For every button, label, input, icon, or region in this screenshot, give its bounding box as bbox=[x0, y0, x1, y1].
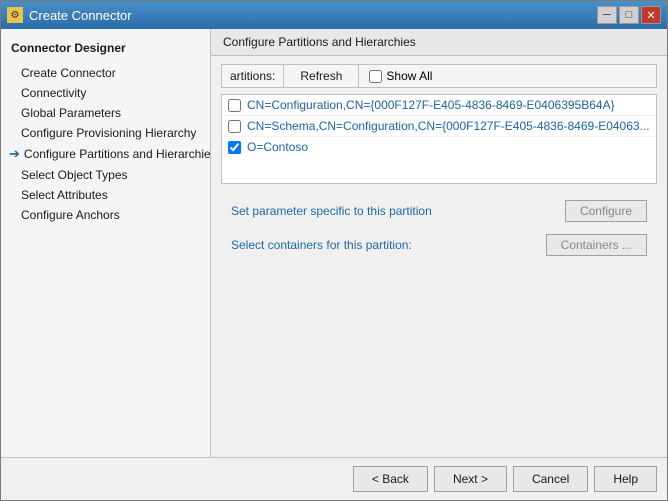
set-param-row: Set parameter specific to this partition… bbox=[231, 200, 647, 222]
partitions-area: artitions: Refresh Show All CN=Configura… bbox=[211, 56, 667, 270]
select-containers-row: Select containers for this partition: Co… bbox=[231, 234, 647, 256]
partition-1-checkbox[interactable] bbox=[228, 99, 241, 112]
refresh-button[interactable]: Refresh bbox=[284, 65, 359, 87]
sidebar-item-configure-anchors[interactable]: Configure Anchors bbox=[1, 205, 210, 225]
partition-item-1: CN=Configuration,CN={000F127F-E405-4836-… bbox=[222, 95, 656, 116]
configure-button[interactable]: Configure bbox=[565, 200, 647, 222]
partition-2-checkbox[interactable] bbox=[228, 120, 241, 133]
footer: < Back Next > Cancel Help bbox=[1, 457, 667, 500]
sidebar-item-configure-partitions[interactable]: ➔ Configure Partitions and Hierarchies bbox=[1, 143, 210, 165]
content-header: Configure Partitions and Hierarchies bbox=[211, 29, 667, 56]
set-param-label: Set parameter specific to this partition bbox=[231, 204, 432, 218]
partition-item-3: O=Contoso bbox=[222, 137, 656, 157]
partition-3-checkbox[interactable] bbox=[228, 141, 241, 154]
partition-1-label: CN=Configuration,CN={000F127F-E405-4836-… bbox=[247, 98, 615, 112]
main-content: Connector Designer Create Connector Conn… bbox=[1, 29, 667, 457]
minimize-button[interactable]: ─ bbox=[597, 6, 617, 24]
partition-3-label: O=Contoso bbox=[247, 140, 308, 154]
sidebar-item-select-attributes[interactable]: Select Attributes bbox=[1, 185, 210, 205]
title-bar: ⚙ Create Connector ─ □ ✕ bbox=[1, 1, 667, 29]
show-all-area: Show All bbox=[359, 65, 442, 87]
partitions-label: artitions: bbox=[222, 65, 284, 87]
content-area: Configure Partitions and Hierarchies art… bbox=[211, 29, 667, 457]
partitions-toolbar: artitions: Refresh Show All bbox=[221, 64, 657, 88]
cancel-button[interactable]: Cancel bbox=[513, 466, 588, 492]
maximize-button[interactable]: □ bbox=[619, 6, 639, 24]
partitions-list: CN=Configuration,CN={000F127F-E405-4836-… bbox=[221, 94, 657, 184]
title-bar-left: ⚙ Create Connector bbox=[7, 7, 132, 23]
app-icon: ⚙ bbox=[7, 7, 23, 23]
select-containers-label: Select containers for this partition: bbox=[231, 238, 412, 252]
show-all-label: Show All bbox=[386, 69, 432, 83]
sidebar-item-create-connector[interactable]: Create Connector bbox=[1, 63, 210, 83]
close-button[interactable]: ✕ bbox=[641, 6, 661, 24]
sidebar-item-global-parameters[interactable]: Global Parameters bbox=[1, 103, 210, 123]
sidebar-item-connectivity[interactable]: Connectivity bbox=[1, 83, 210, 103]
main-window: ⚙ Create Connector ─ □ ✕ Connector Desig… bbox=[0, 0, 668, 501]
bottom-section: Set parameter specific to this partition… bbox=[221, 190, 657, 262]
sidebar-item-configure-provisioning[interactable]: Configure Provisioning Hierarchy bbox=[1, 123, 210, 143]
show-all-checkbox[interactable] bbox=[369, 70, 382, 83]
sidebar-header: Connector Designer bbox=[1, 37, 210, 63]
sidebar: Connector Designer Create Connector Conn… bbox=[1, 29, 211, 457]
title-bar-controls: ─ □ ✕ bbox=[597, 6, 661, 24]
back-button[interactable]: < Back bbox=[353, 466, 428, 492]
current-arrow-icon: ➔ bbox=[9, 146, 20, 162]
window-title: Create Connector bbox=[29, 8, 132, 23]
sidebar-item-select-object-types[interactable]: Select Object Types bbox=[1, 165, 210, 185]
partition-item-2: CN=Schema,CN=Configuration,CN={000F127F-… bbox=[222, 116, 656, 137]
help-button[interactable]: Help bbox=[594, 466, 657, 492]
containers-button[interactable]: Containers ... bbox=[546, 234, 647, 256]
next-button[interactable]: Next > bbox=[434, 466, 507, 492]
partition-2-label: CN=Schema,CN=Configuration,CN={000F127F-… bbox=[247, 119, 650, 133]
